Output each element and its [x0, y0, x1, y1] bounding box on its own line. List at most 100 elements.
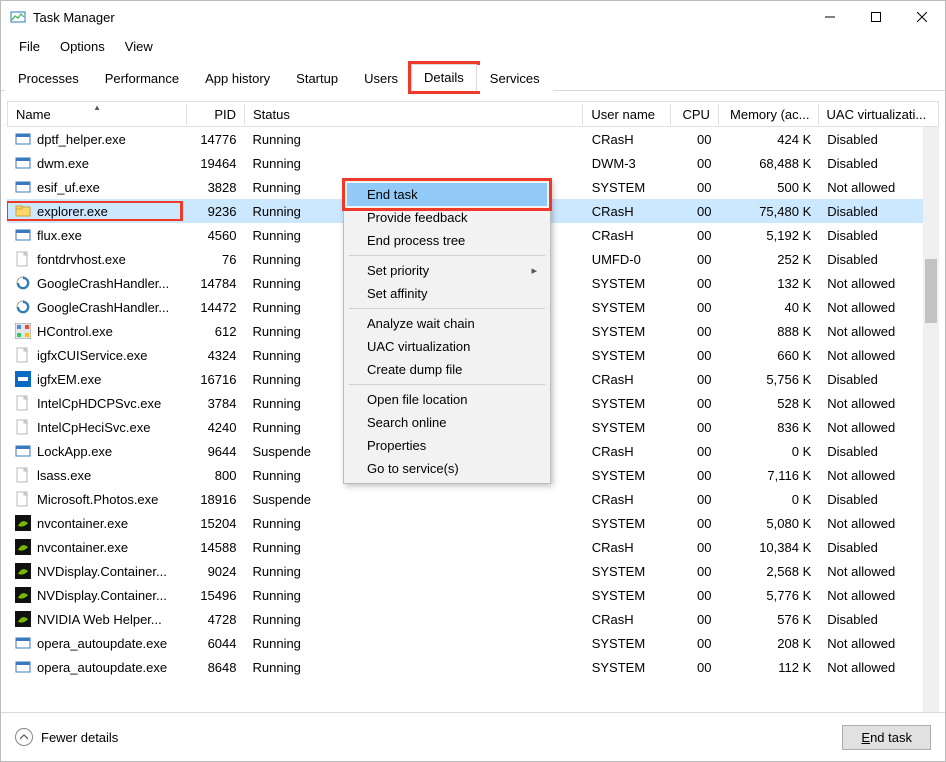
ctx-create-dump-file[interactable]: Create dump file	[347, 358, 547, 381]
table-row[interactable]: dwm.exe19464RunningDWM-30068,488 KDisabl…	[7, 151, 939, 175]
chevron-up-icon	[15, 728, 33, 746]
tab-details[interactable]: Details	[411, 64, 477, 91]
blank-icon	[15, 491, 31, 507]
window-title: Task Manager	[33, 10, 807, 25]
cell-name: dptf_helper.exe	[7, 129, 187, 149]
cell-name: IntelCpHDCPSvc.exe	[7, 393, 187, 413]
win-icon	[15, 131, 31, 147]
ctx-set-affinity[interactable]: Set affinity	[347, 282, 547, 305]
table-row[interactable]: dptf_helper.exe14776RunningCRasH00424 KD…	[7, 127, 939, 151]
process-name: NVDisplay.Container...	[37, 588, 167, 603]
table-row[interactable]: NVDisplay.Container...15496RunningSYSTEM…	[7, 583, 939, 607]
gupd-icon	[15, 275, 31, 291]
win-icon	[15, 443, 31, 459]
cell-name: dwm.exe	[7, 153, 187, 173]
cell-name: LockApp.exe	[7, 441, 187, 461]
tabbar: ProcessesPerformanceApp historyStartupUs…	[1, 61, 945, 91]
process-name: explorer.exe	[37, 204, 108, 219]
win-icon	[15, 227, 31, 243]
tab-services[interactable]: Services	[477, 65, 553, 91]
cell-name: opera_autoupdate.exe	[7, 657, 187, 677]
nv-icon	[15, 611, 31, 627]
separator	[349, 308, 545, 309]
cell-name: IntelCpHeciSvc.exe	[7, 417, 187, 437]
ctx-analyze-wait-chain[interactable]: Analyze wait chain	[347, 312, 547, 335]
process-name: dptf_helper.exe	[37, 132, 126, 147]
gupd-icon	[15, 299, 31, 315]
process-name: lsass.exe	[37, 468, 91, 483]
blank-icon	[15, 467, 31, 483]
tab-app-history[interactable]: App history	[192, 65, 283, 91]
minimize-button[interactable]	[807, 2, 853, 32]
table-row[interactable]: nvcontainer.exe15204RunningSYSTEM005,080…	[7, 511, 939, 535]
col-header-user[interactable]: User name	[583, 104, 671, 125]
cell-name: flux.exe	[7, 225, 187, 245]
separator	[349, 255, 545, 256]
nv-icon	[15, 587, 31, 603]
scrollbar[interactable]	[923, 127, 939, 712]
app-icon	[9, 8, 27, 26]
hc-icon	[15, 323, 31, 339]
process-name: HControl.exe	[37, 324, 113, 339]
table-row[interactable]: opera_autoupdate.exe8648RunningSYSTEM001…	[7, 655, 939, 679]
ctx-properties[interactable]: Properties	[347, 434, 547, 457]
ctx-search-online[interactable]: Search online	[347, 411, 547, 434]
col-header-pid[interactable]: PID	[187, 104, 245, 125]
cell-name: GoogleCrashHandler...	[7, 297, 187, 317]
table-row[interactable]: opera_autoupdate.exe6044RunningSYSTEM002…	[7, 631, 939, 655]
cell-name: nvcontainer.exe	[7, 537, 187, 557]
tab-processes[interactable]: Processes	[5, 65, 92, 91]
process-name: nvcontainer.exe	[37, 540, 128, 555]
ctx-open-file-location[interactable]: Open file location	[347, 388, 547, 411]
process-name: opera_autoupdate.exe	[37, 660, 167, 675]
process-name: GoogleCrashHandler...	[37, 276, 169, 291]
column-headers: Name ▲ PID Status User name CPU Memory (…	[7, 101, 939, 127]
end-task-button[interactable]: End task	[842, 725, 931, 750]
blank-icon	[15, 251, 31, 267]
cell-name: NVIDIA Web Helper...	[7, 609, 187, 629]
ctx-uac-virtualization[interactable]: UAC virtualization	[347, 335, 547, 358]
close-button[interactable]	[899, 2, 945, 32]
col-header-name[interactable]: Name ▲	[8, 104, 187, 125]
process-name: dwm.exe	[37, 156, 89, 171]
ctx-provide-feedback[interactable]: Provide feedback	[347, 206, 547, 229]
blank-icon	[15, 347, 31, 363]
col-header-cpu[interactable]: CPU	[671, 104, 719, 125]
nv-icon	[15, 563, 31, 579]
menu-options[interactable]: Options	[50, 37, 115, 56]
tab-performance[interactable]: Performance	[92, 65, 192, 91]
cell-name: fontdrvhost.exe	[7, 249, 187, 269]
separator	[349, 384, 545, 385]
process-name: fontdrvhost.exe	[37, 252, 126, 267]
col-header-uac[interactable]: UAC virtualizati...	[819, 104, 938, 125]
process-name: opera_autoupdate.exe	[37, 636, 167, 651]
ctx-go-to-service-s-[interactable]: Go to service(s)	[347, 457, 547, 480]
menu-view[interactable]: View	[115, 37, 163, 56]
win-icon	[15, 179, 31, 195]
fewer-details-button[interactable]: Fewer details	[15, 728, 118, 746]
process-name: Microsoft.Photos.exe	[37, 492, 158, 507]
ctx-end-task[interactable]: End task	[347, 183, 547, 206]
cell-name: igfxCUIService.exe	[7, 345, 187, 365]
col-header-status[interactable]: Status	[245, 104, 583, 125]
table-row[interactable]: Microsoft.Photos.exe18916SuspendeCRasH00…	[7, 487, 939, 511]
table-row[interactable]: NVDisplay.Container...9024RunningSYSTEM0…	[7, 559, 939, 583]
ctx-set-priority[interactable]: Set priority▸	[347, 259, 547, 282]
process-name: igfxCUIService.exe	[37, 348, 148, 363]
process-name: NVIDIA Web Helper...	[37, 612, 162, 627]
scroll-thumb[interactable]	[925, 259, 937, 323]
tab-startup[interactable]: Startup	[283, 65, 351, 91]
menu-file[interactable]: File	[9, 37, 50, 56]
maximize-button[interactable]	[853, 2, 899, 32]
cell-name: esif_uf.exe	[7, 177, 187, 197]
nv-icon	[15, 539, 31, 555]
cell-name: lsass.exe	[7, 465, 187, 485]
win-icon	[15, 659, 31, 675]
folder-icon	[15, 203, 31, 219]
nv-icon	[15, 515, 31, 531]
col-header-mem[interactable]: Memory (ac...	[719, 104, 819, 125]
table-row[interactable]: nvcontainer.exe14588RunningCRasH0010,384…	[7, 535, 939, 559]
tab-users[interactable]: Users	[351, 65, 411, 91]
table-row[interactable]: NVIDIA Web Helper...4728RunningCRasH0057…	[7, 607, 939, 631]
ctx-end-process-tree[interactable]: End process tree	[347, 229, 547, 252]
